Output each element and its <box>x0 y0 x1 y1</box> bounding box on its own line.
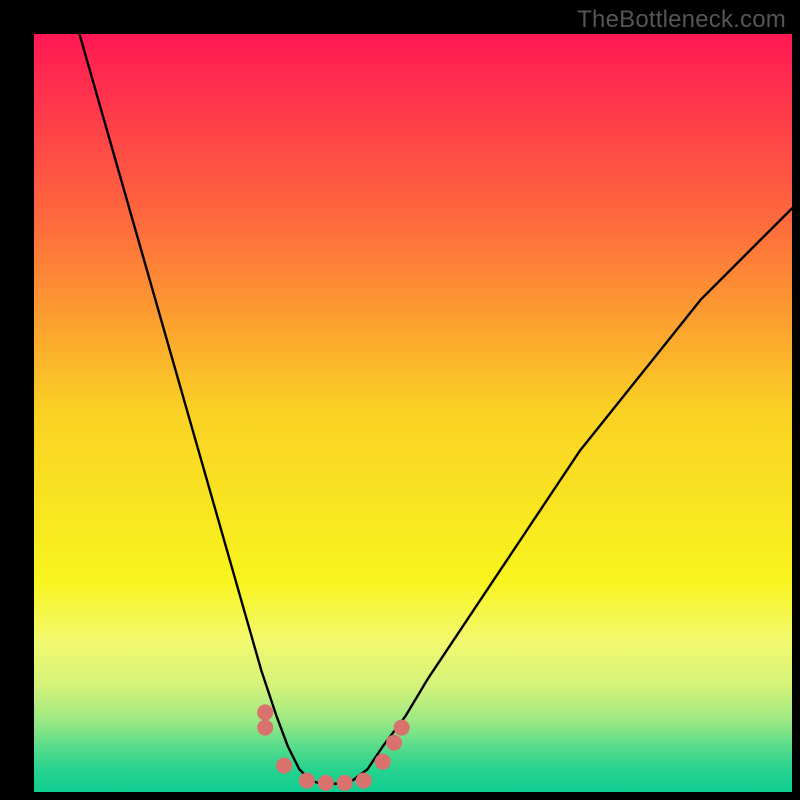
data-marker <box>257 720 273 736</box>
data-marker <box>375 754 391 770</box>
data-marker <box>394 720 410 736</box>
chart-frame: TheBottleneck.com <box>0 0 800 800</box>
data-marker <box>276 757 292 773</box>
data-marker <box>257 704 273 720</box>
data-marker <box>318 775 334 791</box>
data-marker <box>299 773 315 789</box>
watermark-text: TheBottleneck.com <box>577 6 786 34</box>
data-marker <box>386 735 402 751</box>
data-marker <box>337 775 353 791</box>
plot-background <box>34 34 792 792</box>
bottleneck-curve-chart <box>0 0 800 800</box>
data-marker <box>356 773 372 789</box>
